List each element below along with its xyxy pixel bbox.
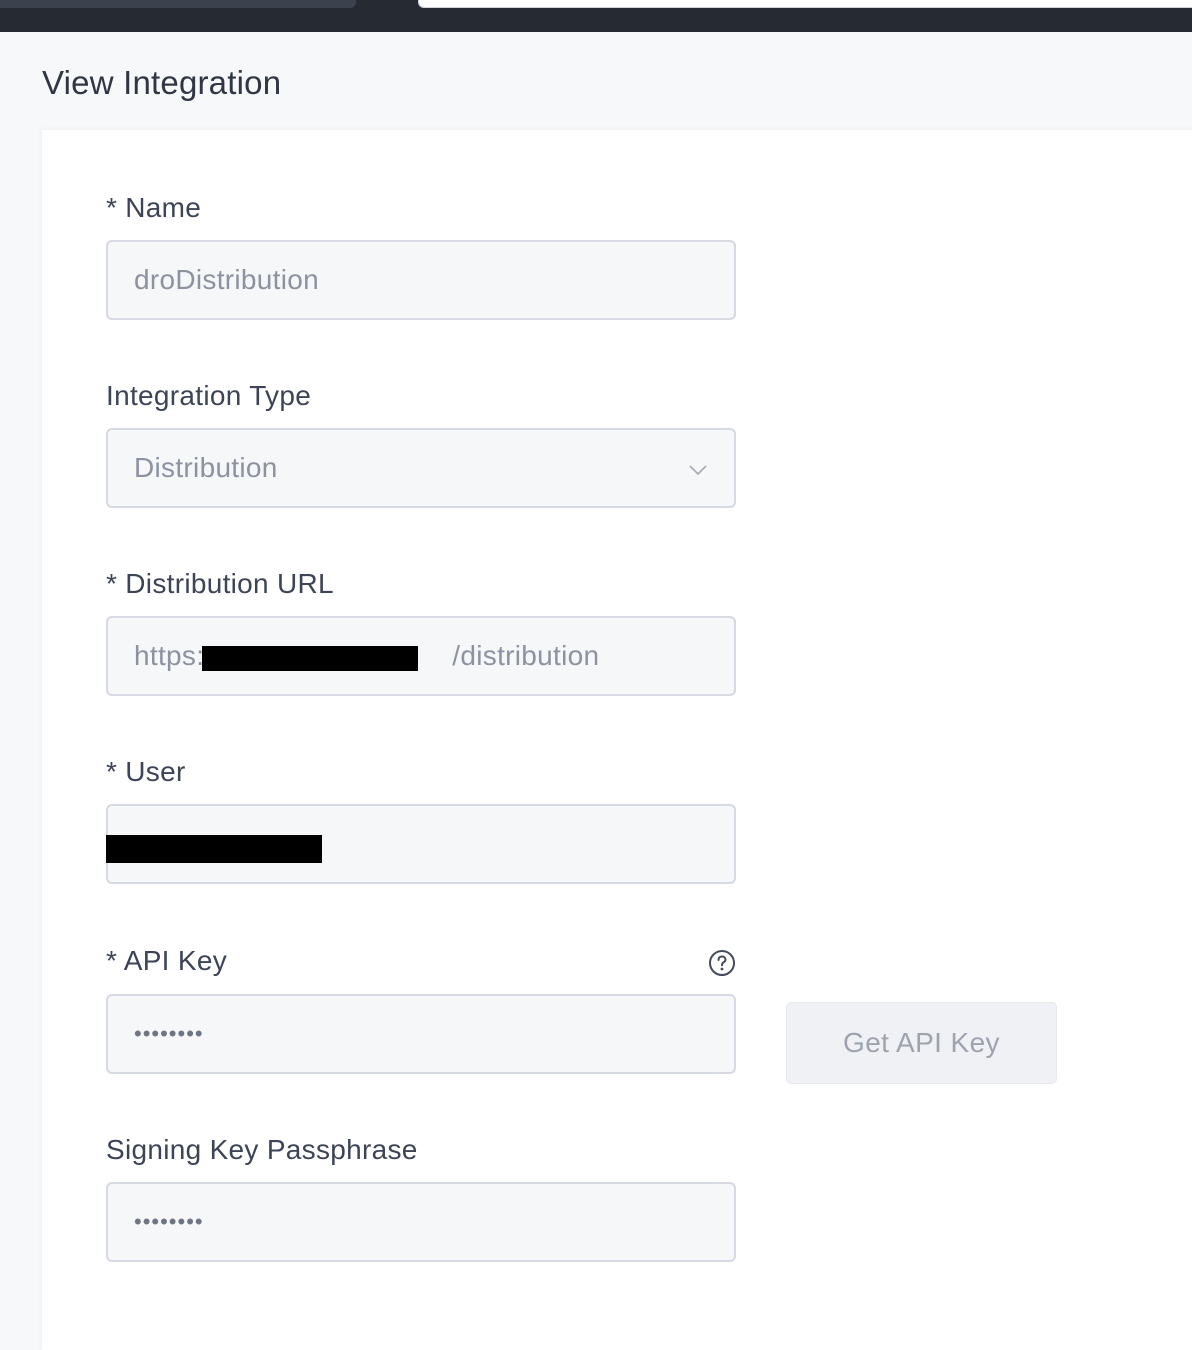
chevron-down-icon — [689, 465, 707, 476]
distribution-url-prefix: https: — [134, 640, 205, 671]
page-title: View Integration — [42, 64, 282, 101]
distribution-url-label: * Distribution URL — [106, 568, 334, 599]
question-circle-icon[interactable] — [708, 949, 736, 977]
signing-key-passphrase-input[interactable]: •••••••• — [106, 1182, 736, 1262]
name-label: * Name — [106, 192, 202, 223]
top-navigation-bar — [0, 0, 1192, 32]
redaction-bar — [202, 646, 418, 671]
integration-type-select[interactable]: Distribution — [106, 428, 736, 508]
integration-type-value: Distribution — [134, 452, 278, 483]
signing-key-passphrase-label: Signing Key Passphrase — [106, 1134, 418, 1165]
name-value: droDistribution — [134, 264, 320, 295]
distribution-url-suffix: /distribution — [452, 640, 600, 671]
signing-key-passphrase-value: •••••••• — [134, 1209, 204, 1234]
api-key-value: •••••••• — [134, 1021, 204, 1046]
api-key-input[interactable]: •••••••• — [106, 994, 736, 1074]
get-api-key-button[interactable]: Get API Key — [786, 1002, 1057, 1084]
api-key-label: * API Key — [106, 945, 227, 976]
integration-type-label: Integration Type — [106, 380, 312, 411]
redaction-bar — [106, 835, 322, 863]
top-search-field[interactable] — [418, 0, 1192, 8]
user-label: * User — [106, 756, 186, 787]
distribution-url-input[interactable]: https: /distribution — [106, 616, 736, 696]
top-left-tab[interactable] — [0, 0, 356, 8]
name-input[interactable]: droDistribution — [106, 240, 736, 320]
